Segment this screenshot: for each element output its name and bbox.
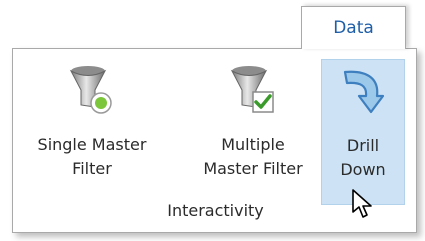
funnel-checkbox-icon [230, 66, 274, 113]
ribbon: Data Single Master Filter Multiple Maste… [0, 0, 425, 241]
single-master-filter-button[interactable]: Single Master Filter [27, 49, 157, 189]
mouse-pointer-icon [352, 189, 372, 218]
drill-down-label: Drill Down [340, 136, 386, 179]
multiple-master-filter-button[interactable]: Multiple Master Filter [193, 49, 313, 189]
tab-data[interactable]: Data [301, 6, 406, 49]
single-master-filter-label: Single Master Filter [37, 135, 147, 178]
curved-arrow-down-icon [343, 70, 385, 114]
multiple-master-filter-label: Multiple Master Filter [203, 135, 303, 178]
drill-down-button[interactable]: Drill Down [321, 59, 405, 205]
funnel-dot-icon [69, 66, 112, 114]
tab-data-label: Data [333, 18, 374, 38]
